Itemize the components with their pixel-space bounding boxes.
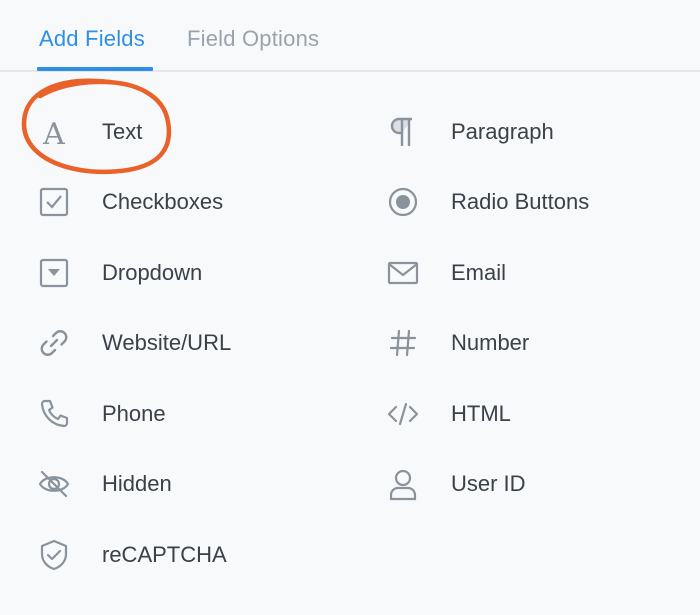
field-label: Website/URL xyxy=(102,330,232,355)
field-label: Email xyxy=(451,260,507,285)
email-icon xyxy=(386,256,420,290)
text-icon: A xyxy=(37,115,71,149)
field-checkboxes[interactable]: Checkboxes xyxy=(37,177,337,227)
field-label: Phone xyxy=(102,401,166,426)
field-label: Dropdown xyxy=(102,260,203,285)
field-website-url[interactable]: Website/URL xyxy=(37,318,337,368)
field-user-id[interactable]: User ID xyxy=(386,459,686,509)
tab-field-options[interactable]: Field Options xyxy=(187,26,319,52)
field-hidden[interactable]: Hidden xyxy=(37,459,337,509)
paragraph-icon xyxy=(386,115,420,149)
svg-text:A: A xyxy=(42,117,65,149)
tab-bar: Add Fields Field Options xyxy=(0,0,700,72)
field-phone[interactable]: Phone xyxy=(37,389,337,439)
shield-check-icon xyxy=(37,538,71,572)
field-label: Hidden xyxy=(102,471,172,496)
field-email[interactable]: Email xyxy=(386,248,686,298)
phone-icon xyxy=(37,397,71,431)
dropdown-icon xyxy=(37,256,71,290)
field-label: Checkboxes xyxy=(102,189,224,214)
eye-off-icon xyxy=(37,467,71,501)
link-icon xyxy=(37,326,71,360)
field-html[interactable]: HTML xyxy=(386,389,686,439)
radio-icon xyxy=(386,185,420,219)
field-label: Paragraph xyxy=(451,119,554,144)
field-radio-buttons[interactable]: Radio Buttons xyxy=(386,177,686,227)
field-dropdown[interactable]: Dropdown xyxy=(37,248,337,298)
field-label: Text xyxy=(102,119,143,144)
field-text[interactable]: A Text xyxy=(37,107,337,157)
tab-add-fields[interactable]: Add Fields xyxy=(39,26,145,52)
field-label: Number xyxy=(451,330,530,355)
user-icon xyxy=(386,467,420,501)
code-icon xyxy=(386,397,420,431)
field-paragraph[interactable]: Paragraph xyxy=(386,107,686,157)
checkbox-icon xyxy=(37,185,71,219)
field-label: Radio Buttons xyxy=(451,189,590,214)
field-recaptcha[interactable]: reCAPTCHA xyxy=(37,530,337,580)
active-tab-indicator xyxy=(37,67,153,71)
hash-icon xyxy=(386,326,420,360)
field-label: User ID xyxy=(451,471,526,496)
field-label: reCAPTCHA xyxy=(102,542,227,567)
field-label: HTML xyxy=(451,401,511,426)
field-number[interactable]: Number xyxy=(386,318,686,368)
